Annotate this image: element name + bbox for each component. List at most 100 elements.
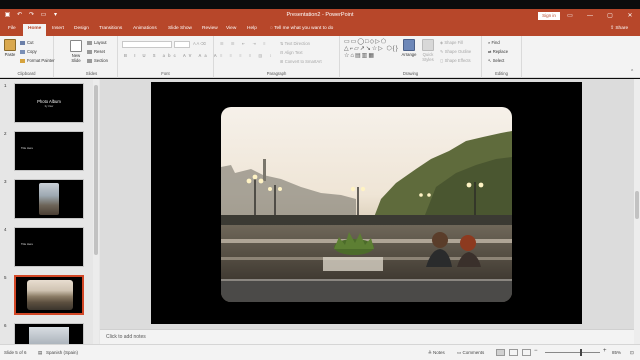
layout-label: Layout: [94, 40, 107, 45]
slide-thumbnail-2[interactable]: Title Here: [14, 131, 84, 171]
brush-icon: [20, 58, 25, 63]
zoom-slider[interactable]: [545, 352, 600, 353]
reading-view-button[interactable]: [522, 349, 531, 356]
tab-view[interactable]: View: [226, 26, 236, 31]
font-size-box[interactable]: [174, 41, 190, 48]
tab-transitions[interactable]: Transitions: [99, 26, 122, 31]
align-text-button[interactable]: ⊟ Align Text: [280, 50, 303, 55]
ribbon-home: Paste Cut Copy Format Painter Clipboard …: [0, 36, 640, 78]
text-direction-button[interactable]: ⇅ Text Direction: [280, 41, 310, 46]
arrange-label: Arrange: [401, 52, 417, 57]
current-slide[interactable]: [151, 82, 582, 324]
language-indicator[interactable]: Spanish (Spain): [46, 350, 78, 355]
section-button[interactable]: Section: [87, 58, 108, 63]
thumbnails-scrollbar[interactable]: [93, 79, 99, 344]
shapes-gallery[interactable]: ▭▭◯□◇▷⬠ △⌐▱↗↘☆▷ ⬡{}☆⌂▤▥▦: [344, 39, 400, 60]
zoom-out-icon[interactable]: −: [534, 348, 538, 354]
quick-styles-button[interactable]: Quick Styles: [420, 39, 436, 62]
tab-animations[interactable]: Animations: [133, 26, 157, 31]
shape-outline-button[interactable]: ✎ Shape Outline: [440, 49, 471, 54]
share-label: Share: [615, 26, 629, 31]
slide-photo[interactable]: [221, 107, 512, 302]
paste-button[interactable]: Paste: [3, 39, 17, 57]
copy-button[interactable]: Copy: [20, 49, 37, 54]
slide-thumbnail-5[interactable]: [14, 275, 84, 315]
slide-sorter-view-button[interactable]: [509, 349, 518, 356]
slide-thumbnail-1[interactable]: Photo Album by User: [14, 83, 84, 123]
font-group-label: Font: [161, 71, 170, 76]
reset-icon: [87, 49, 92, 54]
tab-help[interactable]: Help: [247, 26, 257, 31]
select-button[interactable]: ↖ Select: [488, 58, 504, 63]
tab-slide-show[interactable]: Slide Show: [168, 26, 192, 31]
tab-design[interactable]: Design: [74, 26, 89, 31]
thumb-subtitle: by User: [44, 105, 54, 108]
slide-number: 5: [4, 275, 7, 280]
align-text-label: Align Text: [284, 50, 303, 55]
shape-fill-label: Shape Fill: [444, 40, 464, 45]
format-painter-button[interactable]: Format Painter: [20, 58, 55, 63]
tab-file[interactable]: File: [8, 26, 16, 31]
ribbon-display-options-icon[interactable]: ▭: [560, 9, 580, 23]
tab-home[interactable]: Home: [23, 24, 47, 36]
slide-editing-area: [100, 79, 634, 329]
align-icons[interactable]: ≡ ≡ ≡ ≡ ▥ ↕: [220, 53, 275, 58]
restore-button[interactable]: ▢: [600, 9, 620, 23]
font-format-icons[interactable]: B I U S abc AV Aa A: [124, 53, 220, 58]
arrange-icon: [403, 39, 415, 51]
paste-icon: [4, 39, 16, 51]
shape-effects-button[interactable]: ◻ Shape Effects: [440, 58, 471, 63]
tab-review[interactable]: Review: [202, 26, 218, 31]
status-bar: Slide 5 of 6 ▤ Spanish (Spain) ≙ Notes ▭…: [0, 344, 640, 360]
notes-pane[interactable]: Click to add notes: [100, 329, 634, 344]
copy-label: Copy: [27, 49, 37, 54]
shape-outline-label: Shape Outline: [444, 49, 472, 54]
share-button[interactable]: ⇪ Share: [610, 26, 628, 31]
font-name-box[interactable]: [122, 41, 172, 48]
close-button[interactable]: ✕: [620, 9, 640, 23]
notes-toggle-button[interactable]: ≙ Notes: [428, 350, 445, 356]
sign-in-button[interactable]: Sign in: [538, 12, 560, 20]
new-slide-button[interactable]: New Slide: [68, 40, 84, 63]
font-group: A A ⌫ B I U S abc AV Aa A Font: [118, 36, 217, 78]
shape-fill-button[interactable]: ◈ Shape Fill: [440, 40, 463, 45]
slide-scrollbar[interactable]: [634, 79, 640, 344]
normal-view-button[interactable]: [496, 349, 505, 356]
tell-me-search[interactable]: ◌ Tell me what you want to do: [270, 26, 333, 31]
replace-button[interactable]: ⇄ Replace: [488, 49, 508, 54]
slide-number: 4: [4, 227, 7, 232]
fit-to-window-icon[interactable]: ⊡: [630, 350, 634, 356]
zoom-in-icon[interactable]: +: [603, 348, 607, 354]
scrollbar-thumb[interactable]: [635, 191, 639, 219]
cut-button[interactable]: Cut: [20, 40, 34, 45]
slide-thumbnails-pane[interactable]: 1 Photo Album by User 2 Title Here 3 4 T…: [0, 79, 100, 345]
slide-thumbnail-4[interactable]: Title Here: [14, 227, 84, 267]
slide-thumbnail-6[interactable]: [14, 323, 84, 345]
spellcheck-icon[interactable]: ▤: [38, 350, 42, 356]
minimize-button[interactable]: —: [580, 9, 600, 23]
ribbon-tabs: File Home Insert Design Transitions Anim…: [0, 23, 640, 36]
reset-button[interactable]: Reset: [87, 49, 105, 54]
new-slide-label: New Slide: [71, 53, 81, 63]
thumb-small-text: Title Here: [21, 242, 34, 246]
window-controls: ▭ — ▢ ✕: [560, 9, 640, 23]
list-icons[interactable]: ☰ ☰ ⇤ ⇥ ≡: [220, 41, 269, 46]
arrange-button[interactable]: Arrange: [401, 39, 417, 57]
tab-insert[interactable]: Insert: [52, 26, 64, 31]
quick-styles-icon: [422, 39, 434, 51]
comments-toggle-label: Comments: [462, 350, 485, 355]
convert-smartart-label: Convert to SmartArt: [284, 59, 322, 64]
zoom-slider-handle[interactable]: [580, 349, 582, 356]
convert-smartart-button[interactable]: ⊞ Convert to SmartArt: [280, 59, 322, 64]
thumb-small-text: Title Here: [21, 146, 34, 150]
quick-styles-label: Quick Styles: [422, 52, 434, 62]
scrollbar-thumb[interactable]: [94, 85, 98, 255]
comments-toggle-button[interactable]: ▭ Comments: [457, 350, 484, 356]
font-grow-shrink-icon[interactable]: A A ⌫: [193, 41, 206, 46]
zoom-level[interactable]: 85%: [612, 350, 621, 355]
layout-button[interactable]: Layout: [87, 40, 107, 45]
collapse-ribbon-icon[interactable]: ⌃: [630, 69, 634, 75]
find-button[interactable]: ⌕ Find: [488, 40, 500, 45]
slide-thumbnail-3[interactable]: [14, 179, 84, 219]
editing-group: ⌕ Find ⇄ Replace ↖ Select Editing: [482, 36, 522, 78]
